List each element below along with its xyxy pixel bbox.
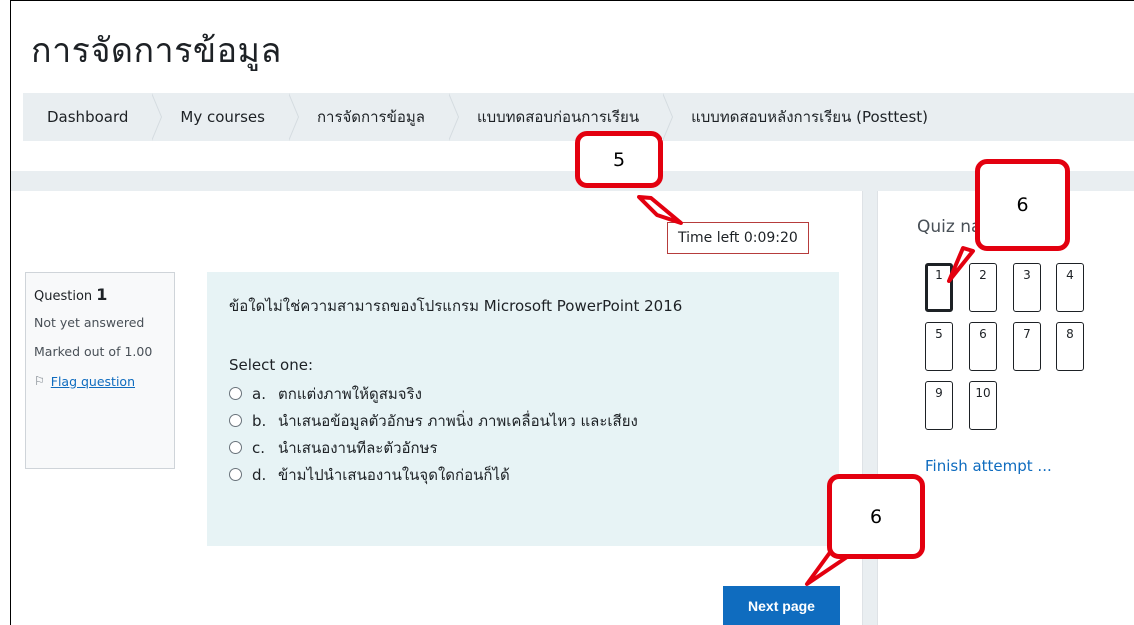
callout-5: 5 bbox=[575, 131, 663, 188]
callout-pointers bbox=[637, 195, 975, 586]
callout-6-nav-pointer bbox=[947, 246, 975, 283]
callout-6-next: 6 bbox=[827, 474, 925, 559]
page-frame: การจัดการข้อมูล Dashboard My courses การ… bbox=[10, 0, 1134, 625]
callout-5-pointer bbox=[637, 195, 683, 225]
callout-6-nav: 6 bbox=[975, 159, 1070, 251]
